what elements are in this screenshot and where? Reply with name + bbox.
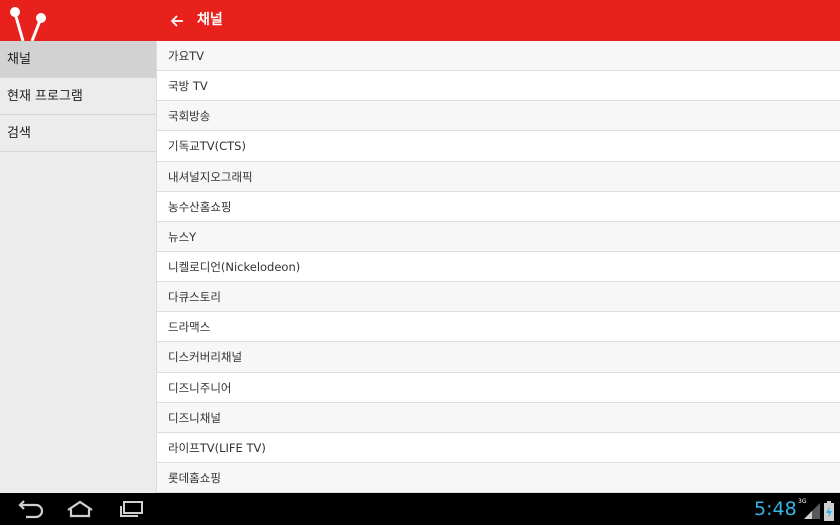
sidebar-item-channels[interactable]: 채널 [0, 41, 156, 78]
page-title: 채널 [197, 12, 223, 28]
channel-item[interactable]: 내셔널지오그래픽 [157, 161, 840, 192]
channel-list[interactable]: 가요TV 국방 TV 국회방송 기독교TV(CTS) 내셔널지오그래픽 농수산홈… [157, 41, 840, 493]
sidebar-item-search[interactable]: 검색 [0, 115, 156, 152]
battery-icon [824, 501, 834, 521]
app-header: 채널 [0, 0, 840, 41]
channel-item[interactable]: 뉴스Y [157, 221, 840, 252]
home-nav-icon[interactable] [62, 499, 98, 519]
app-logo-icon [10, 7, 46, 41]
channel-item[interactable]: 니켈로디언(Nickelodeon) [157, 252, 840, 283]
app-window: 채널 채널 현재 프로그램 검색 가요TV 국방 TV 국회방송 기독교TV(C… [0, 0, 840, 493]
channel-item[interactable]: 가요TV [157, 41, 840, 72]
clock: 5:48 [754, 498, 797, 520]
channel-item[interactable]: 디즈니주니어 [157, 373, 840, 403]
back-nav-icon[interactable] [12, 499, 48, 519]
channel-item[interactable]: 디스커버리채널 [157, 342, 840, 373]
arrow-left-icon [170, 14, 183, 27]
channel-item[interactable]: 디즈니채널 [157, 402, 840, 433]
channel-item[interactable]: 라이프TV(LIFE TV) [157, 433, 840, 463]
sidebar: 채널 현재 프로그램 검색 [0, 41, 157, 493]
signal-icon [804, 503, 820, 519]
channel-item[interactable]: 다큐스토리 [157, 282, 840, 313]
system-navigation-bar: 5:48 3G [0, 493, 840, 525]
channel-item[interactable]: 드라맥스 [157, 312, 840, 343]
channel-item[interactable]: 롯데홈쇼핑 [157, 462, 840, 493]
recents-nav-icon[interactable] [114, 499, 150, 519]
channel-item[interactable]: 기독교TV(CTS) [157, 131, 840, 162]
status-icons: 3G [798, 497, 838, 523]
channel-item[interactable]: 국방 TV [157, 71, 840, 102]
channel-item[interactable]: 국회방송 [157, 101, 840, 132]
sidebar-item-current-program[interactable]: 현재 프로그램 [0, 78, 156, 115]
back-button[interactable] [164, 0, 190, 41]
channel-item[interactable]: 농수산홈쇼핑 [157, 192, 840, 222]
